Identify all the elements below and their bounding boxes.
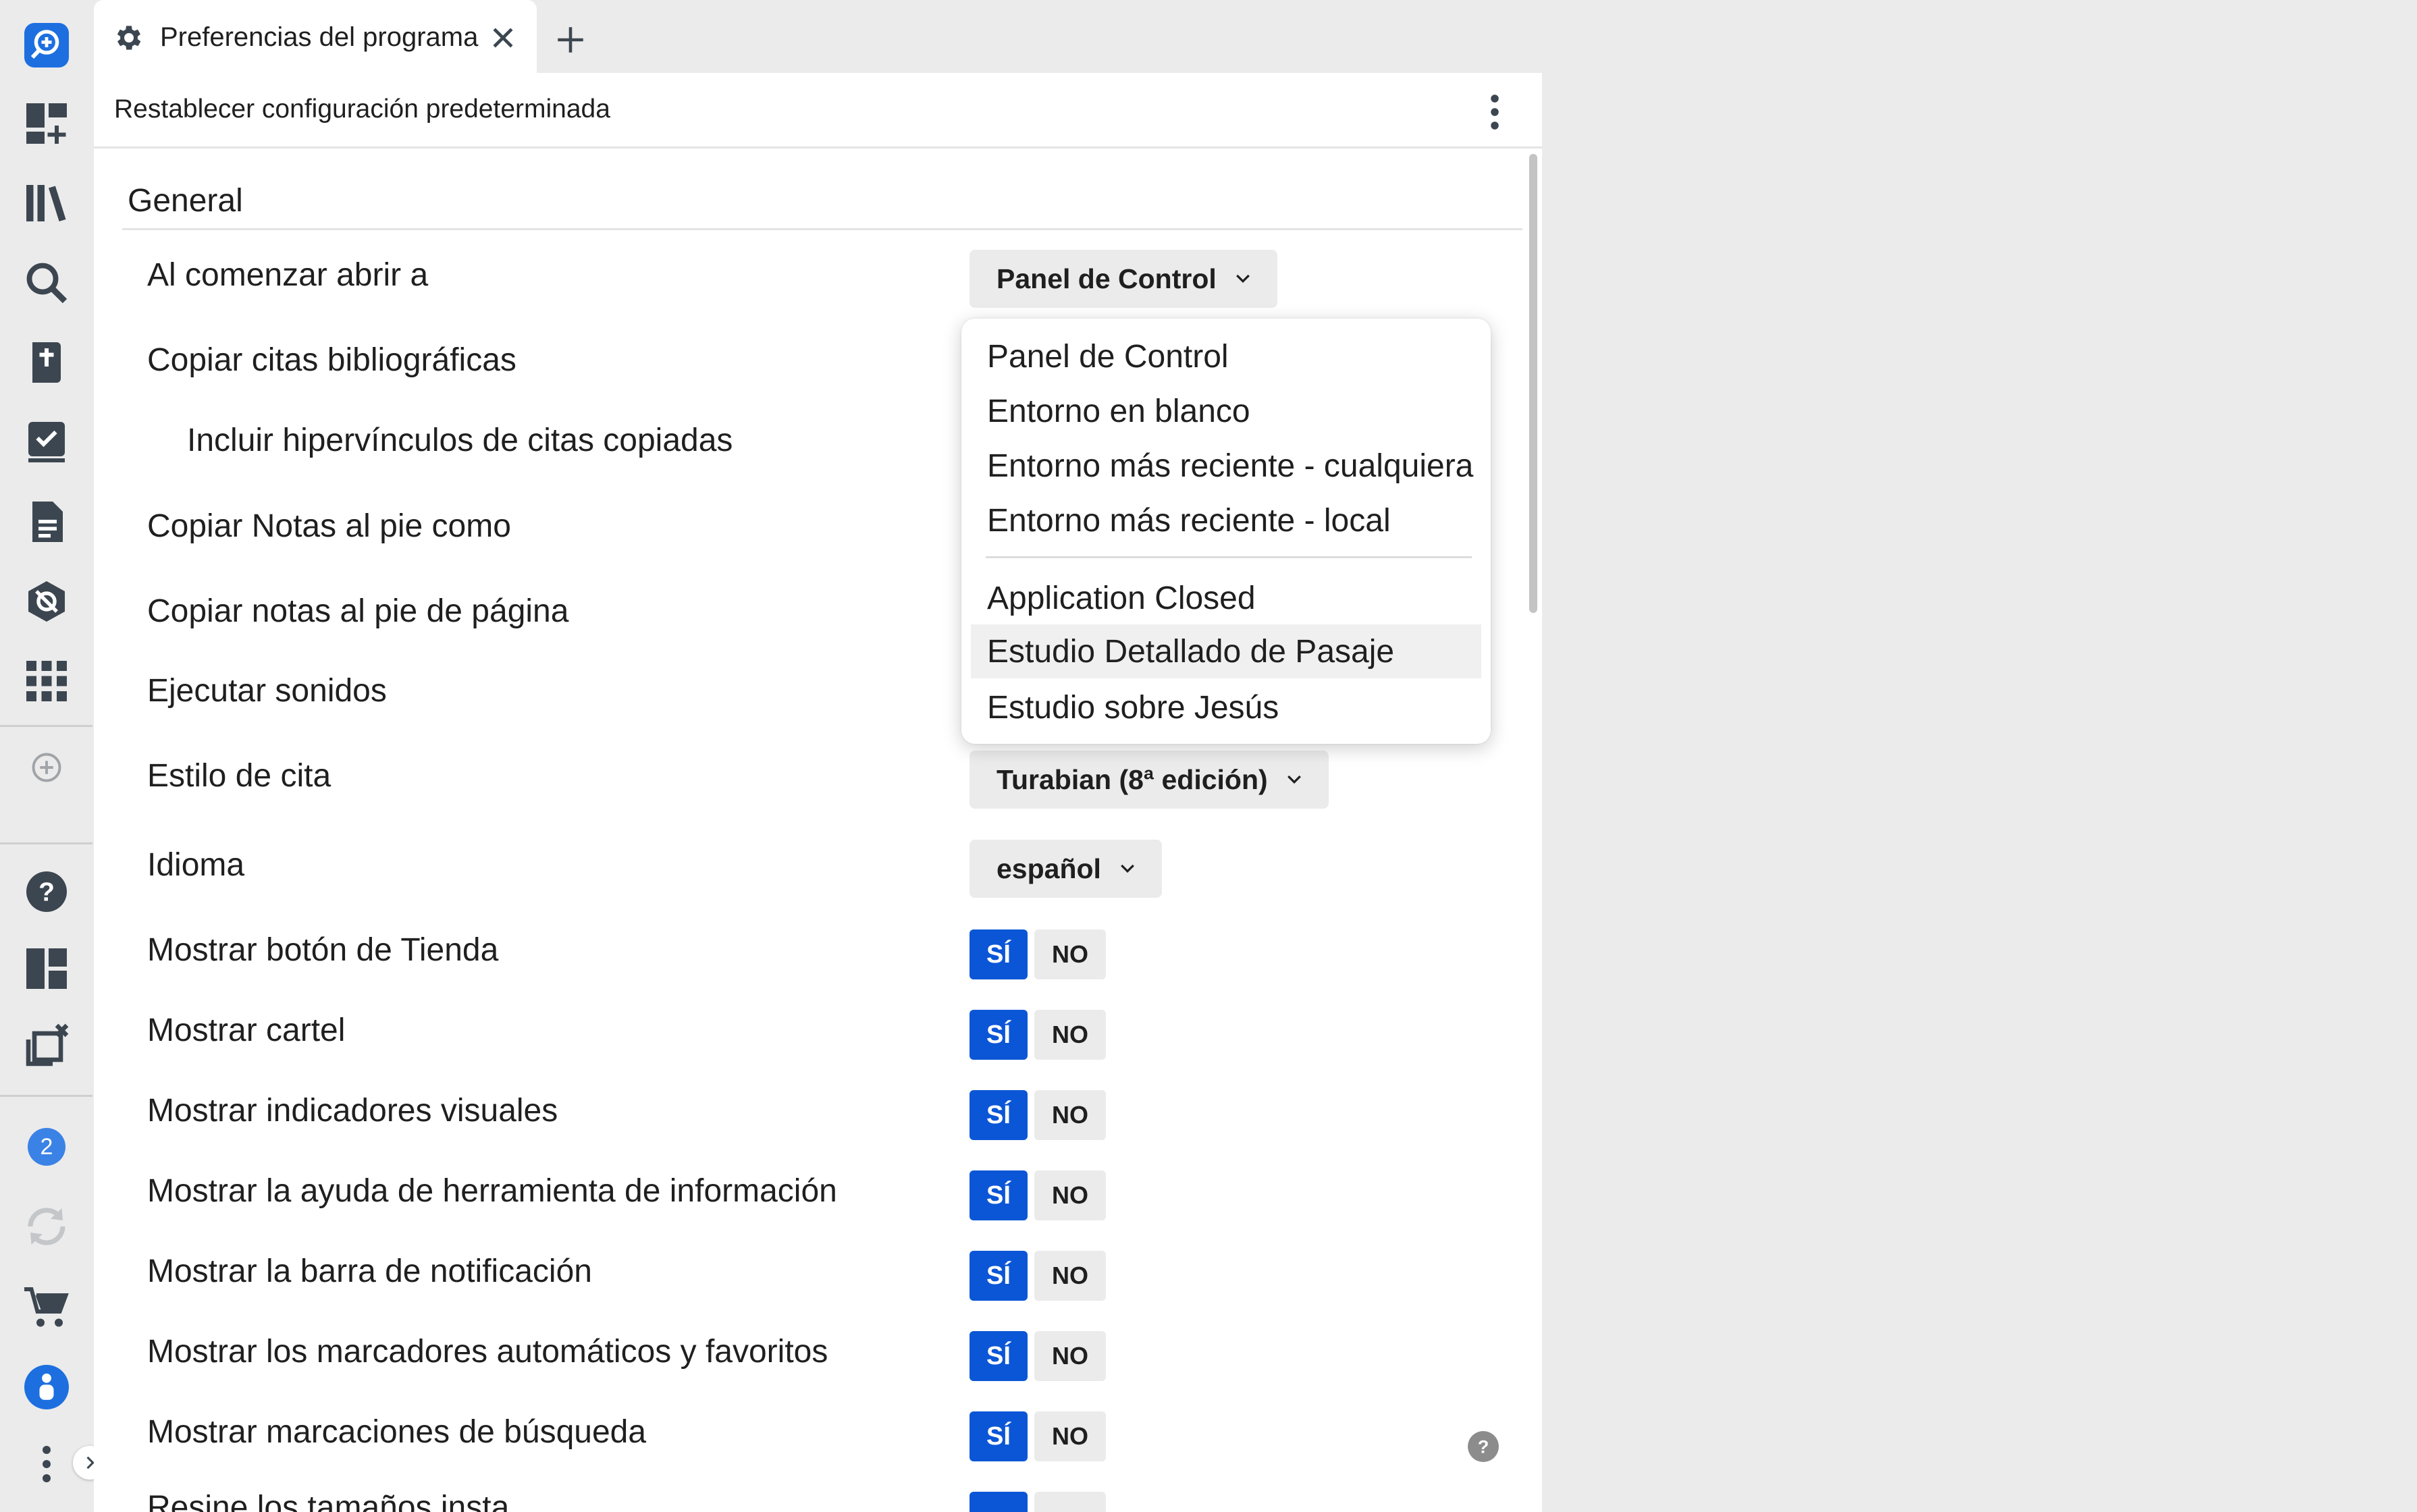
close-windows-icon[interactable] [16,1015,77,1076]
citation-style-value: Turabian (8ª edición) [997,763,1268,795]
rail-divider [0,725,92,727]
tab-title: Preferencias del programa [160,22,479,52]
section-divider [122,228,1522,230]
toggle-yes-button[interactable]: SÍ [970,1251,1028,1301]
language-value: español [997,853,1101,884]
rail-divider [0,1095,92,1097]
search-plus-logo-icon[interactable] [16,15,77,76]
search-highlights-toggle: SÍ NO [970,1411,1106,1461]
scrollbar-thumb[interactable] [1529,154,1537,613]
copy-page-footnotes-label: Copiar notas al pie de página [147,593,569,629]
menu-item[interactable]: Estudio sobre Jesús [971,680,1481,734]
svg-text:?: ? [38,878,55,907]
copy-citations-label: Copiar citas bibliográficas [147,342,516,378]
toggle-no-button[interactable]: NO [1034,1411,1106,1461]
rail-divider [0,842,92,844]
svg-text:?: ? [1478,1436,1489,1457]
search-icon[interactable] [16,252,77,313]
shield-eye-icon[interactable] [16,571,77,632]
close-icon[interactable] [488,23,518,53]
chevron-down-icon [1287,775,1301,784]
play-sounds-label: Ejecutar sonidos [147,673,387,709]
toggle-no-button[interactable]: NO [1034,1331,1106,1381]
toggle-no-button[interactable]: NO [1034,929,1106,979]
copy-footnotes-as-label: Copiar Notas al pie como [147,508,511,544]
open-at-menu: Panel de Control Entorno en blanco Entor… [961,319,1491,744]
dashboard-add-icon[interactable] [16,93,77,154]
visual-indicators-toggle: SÍ NO [970,1090,1106,1140]
toggle-no-button[interactable]: NO [1034,1010,1106,1060]
toggle-yes-button[interactable]: SÍ [970,929,1028,979]
menu-item[interactable]: Entorno más reciente - cualquiera [971,439,1481,493]
sync-icon[interactable] [16,1196,77,1257]
store-button-toggle: SÍ NO [970,929,1106,979]
banner-toggle: SÍ NO [970,1010,1106,1060]
layout-icon[interactable] [16,938,77,999]
open-at-dropdown[interactable]: Panel de Control [970,250,1277,308]
more-vertical-icon[interactable] [1485,92,1505,132]
language-dropdown[interactable]: español [970,840,1162,898]
cutoff-toggle-yes[interactable] [970,1492,1028,1512]
tooltips-toggle: SÍ NO [970,1170,1106,1220]
gear-icon [117,26,141,50]
new-tab-plus-icon[interactable] [554,23,587,57]
cutoff-row-label: Resine los tamaños insta... [147,1490,537,1512]
chevron-down-icon [1236,274,1250,284]
toggle-row-label: Mostrar la barra de notificación [147,1253,592,1289]
tab-preferences[interactable]: Preferencias del programa [94,0,537,73]
include-hyperlinks-label: Incluir hipervínculos de citas copiadas [187,423,733,458]
toggle-row-label: Mostrar cartel [147,1013,346,1048]
toggle-yes-button[interactable]: SÍ [970,1010,1028,1060]
menu-item[interactable]: Application Closed [971,571,1481,625]
toggle-no-button[interactable]: NO [1034,1170,1106,1220]
toggle-row-label: Mostrar la ayuda de herramienta de infor… [147,1173,837,1209]
help-icon[interactable]: ? [1466,1430,1500,1463]
library-icon[interactable] [16,173,77,234]
bible-icon[interactable] [16,332,77,393]
notification-badge-icon[interactable]: 2 [16,1116,77,1177]
toggle-yes-button[interactable]: SÍ [970,1331,1028,1381]
menu-item[interactable]: Entorno más reciente - local [971,493,1481,547]
toggle-row-label: Mostrar botón de Tienda [147,932,499,968]
left-rail: ? 2 [0,0,107,1512]
menu-item-highlighted[interactable]: Estudio Detallado de Pasaje [971,624,1481,678]
chevron-down-icon [1121,864,1134,873]
toggle-yes-button[interactable]: SÍ [970,1090,1028,1140]
notification-bar-toggle: SÍ NO [970,1251,1106,1301]
toggle-row-label: Mostrar los marcadores automáticos y fav… [147,1334,828,1370]
menu-item[interactable]: Entorno en blanco [971,384,1481,438]
language-label: Idioma [147,847,245,883]
open-at-value: Panel de Control [997,263,1217,294]
apps-grid-icon[interactable] [16,651,77,711]
toggle-no-button[interactable]: NO [1034,1251,1106,1301]
panel-toolbar: Restablecer configuración predeterminada [94,73,1542,148]
document-icon[interactable] [16,491,77,552]
more-icon[interactable] [16,1434,77,1494]
cutoff-toggle-no[interactable] [1034,1492,1106,1512]
notification-count: 2 [28,1128,65,1166]
open-at-label: Al comenzar abrir a [147,257,429,293]
preferences-panel: Restablecer configuración predeterminada… [94,73,1542,1512]
toggle-row-label: Mostrar marcaciones de búsqueda [147,1414,647,1450]
toggle-yes-button[interactable]: SÍ [970,1411,1028,1461]
menu-divider [986,556,1472,558]
toggle-no-button[interactable]: NO [1034,1090,1106,1140]
add-circle-icon[interactable] [16,737,77,798]
cart-icon[interactable] [16,1277,77,1338]
bookmarks-toggle: SÍ NO [970,1331,1106,1381]
section-title: General [128,183,243,219]
user-icon[interactable] [16,1357,77,1418]
toggle-yes-button[interactable]: SÍ [970,1170,1028,1220]
checklist-icon[interactable] [16,412,77,473]
toggle-row-label: Mostrar indicadores visuales [147,1093,558,1129]
citation-style-dropdown[interactable]: Turabian (8ª edición) [970,751,1329,809]
citation-style-label: Estilo de cita [147,758,331,794]
reset-defaults-button[interactable]: Restablecer configuración predeterminada [114,94,610,124]
menu-item[interactable]: Panel de Control [971,329,1481,383]
help-icon[interactable]: ? [16,861,77,922]
